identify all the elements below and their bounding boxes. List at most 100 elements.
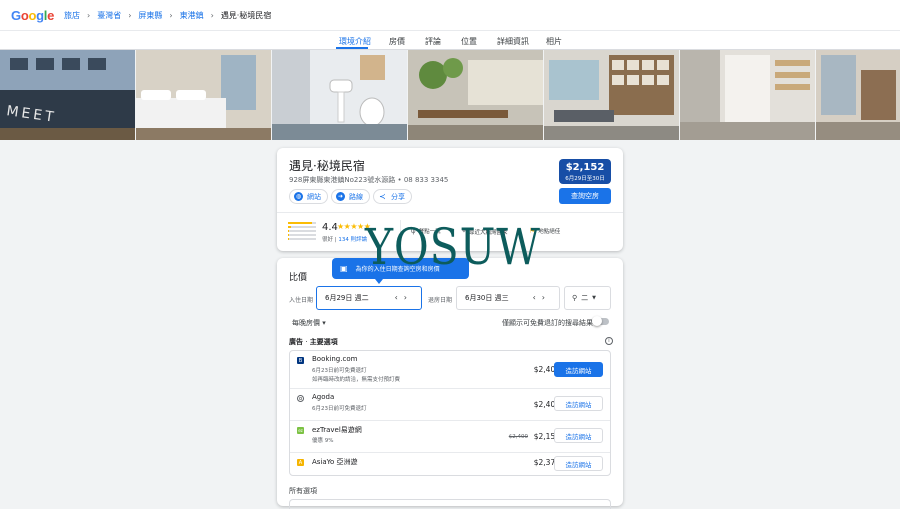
offer-name: Booking.com — [312, 355, 357, 363]
offer-note: 6月23日前可免費退訂 — [312, 366, 367, 374]
guests-selector[interactable]: ⚲ 二 ▼ — [564, 286, 611, 310]
section-tabs: 環境介紹 房價 評論 位置 詳細資訊 相片 — [0, 31, 900, 50]
eztravel-logo-icon: ez — [297, 427, 304, 434]
tab-reviews[interactable]: 評論 — [425, 36, 441, 47]
offer-name: ezTravel易遊網 — [312, 425, 362, 435]
chevron-right-icon: › — [128, 11, 131, 20]
directions-button[interactable]: ➜路線 — [331, 189, 370, 204]
offer-note: 如再臨時改約請洽，無需支付預訂費 — [312, 375, 400, 383]
tab-details[interactable]: 詳細資訊 — [497, 36, 529, 47]
ads-title: 主要選項 — [310, 338, 338, 346]
rating-bar — [288, 238, 316, 240]
chevron-right-icon: › — [211, 11, 214, 20]
check-availability-button[interactable]: 查詢空房 — [559, 188, 611, 204]
rating-score: 4.4 — [322, 222, 338, 233]
hotel-photo-bathroom[interactable] — [272, 50, 407, 140]
price-comparison-title: 比價 — [289, 270, 307, 283]
offer-note: 優惠 9% — [312, 436, 333, 444]
info-icon[interactable]: i — [605, 337, 613, 345]
breadcrumb-county[interactable]: 屏東縣 — [138, 10, 162, 21]
checkout-label: 退房日期 — [428, 295, 452, 304]
rating-bar — [288, 222, 316, 224]
offer-note: 6月23日前可免費退訂 — [312, 404, 367, 412]
rating-bar-fill — [288, 230, 289, 232]
offer-row-agoda[interactable]: o Agoda 6月23日前可免費退訂 $2,400 造訪網站 — [290, 389, 610, 421]
chevron-down-icon: ▼ — [592, 295, 596, 301]
rating-bar — [288, 234, 316, 236]
tab-prices[interactable]: 房價 — [389, 36, 405, 47]
offer-old-price: $2,400 — [509, 434, 528, 440]
hotel-photo-lounge[interactable] — [408, 50, 543, 140]
top-bar: Google 旅店 › 臺灣省 › 屏東縣 › 東港鎮 › 遇見·秘境民宿 — [0, 0, 900, 31]
visit-site-button[interactable]: 造訪網站 — [554, 428, 603, 443]
share-icon: ≺ — [378, 192, 387, 201]
rating-bar-fill — [288, 238, 289, 240]
free-cancel-filter-label: 僅顯示可免費退訂的搜尋結果 — [502, 318, 593, 328]
breadcrumb-hotels[interactable]: 旅店 — [64, 10, 80, 21]
globe-icon: ◍ — [294, 192, 303, 201]
price-comparison-card: 比價 ▣為你的入住日期查詢空房和房價 入住日期 6月29日 週二 ‹› 退房日期… — [277, 258, 623, 506]
rating-distribution — [288, 222, 316, 242]
hotel-photo-exterior[interactable]: MEET — [0, 50, 135, 140]
directions-icon: ➜ — [336, 192, 345, 201]
breadcrumb-town[interactable]: 東港鎮 — [180, 10, 204, 21]
tooltip-arrow — [375, 279, 383, 284]
checkout-date-field[interactable]: 6月30日 週三 ‹› — [456, 286, 560, 310]
all-options-heading: 所有選項 — [289, 486, 317, 496]
rating-bar — [288, 230, 316, 232]
lowest-price: $2,152 — [559, 162, 611, 173]
hotel-photo-entrance[interactable] — [816, 50, 900, 140]
offer-row-eztravel[interactable]: ez ezTravel易遊網 優惠 9% $2,400 $2,152 造訪網站 — [290, 421, 610, 453]
checkin-date-value: 6月29日 週二 — [325, 293, 369, 303]
breadcrumb-province[interactable]: 臺灣省 — [97, 10, 121, 21]
website-button[interactable]: ◍ 網站 — [289, 189, 328, 204]
tab-location[interactable]: 位置 — [461, 36, 477, 47]
amenity-label: 地點絕佳 — [538, 227, 560, 235]
hotel-photo-library[interactable] — [544, 50, 679, 140]
active-tab-indicator — [336, 47, 368, 49]
offer-list: B Booking.com 6月23日前可免費退訂 如再臨時改約請洽，無需支付預… — [289, 350, 611, 476]
google-logo[interactable]: Google — [11, 8, 54, 23]
tab-overview[interactable]: 環境介紹 — [339, 36, 371, 47]
hotel-name: 遇見·秘境民宿 — [289, 157, 365, 174]
share-label: 分享 — [391, 192, 405, 202]
breadcrumb-current: 遇見·秘境民宿 — [221, 10, 272, 21]
visit-site-button[interactable]: 造訪網站 — [554, 362, 603, 377]
guests-value: 二 — [581, 293, 588, 303]
date-stepper-arrows-icon[interactable]: ‹› — [533, 293, 551, 302]
hotel-photo-bedroom[interactable] — [136, 50, 271, 140]
hotel-photo-lobby[interactable] — [680, 50, 815, 140]
photo-strip: MEET — [0, 50, 900, 140]
price-summary[interactable]: $2,152 6月29日至30日 — [559, 159, 611, 184]
all-options-list — [289, 499, 611, 509]
share-button[interactable]: ≺ 分享 — [373, 189, 412, 204]
visit-site-button[interactable]: 造訪網站 — [554, 396, 603, 411]
tab-photos[interactable]: 相片 — [546, 36, 562, 47]
free-cancel-toggle[interactable] — [593, 318, 609, 325]
offer-row-booking[interactable]: B Booking.com 6月23日前可免費退訂 如再臨時改約請洽，無需支付預… — [290, 351, 610, 389]
chevron-right-icon: › — [87, 11, 90, 20]
calendar-icon: ▣ — [340, 264, 348, 273]
ads-label: 廣告 — [289, 338, 303, 346]
checkout-date-value: 6月30日 週三 — [465, 293, 509, 303]
checkin-date-field[interactable]: 6月29日 週二 ‹› — [316, 286, 422, 310]
date-stepper-arrows-icon[interactable]: ‹› — [395, 293, 413, 302]
person-icon: ⚲ — [572, 294, 577, 302]
website-label: 網站 — [307, 192, 321, 202]
rating-summary: 很好 | 134 則評論 — [322, 235, 367, 243]
breadcrumb: 旅店 › 臺灣省 › 屏東縣 › 東港鎮 › 遇見·秘境民宿 — [64, 10, 271, 21]
chevron-right-icon: › — [169, 11, 172, 20]
asiayo-logo-icon: A — [297, 459, 304, 466]
per-night-dropdown[interactable]: 每晚房價 ▾ — [292, 318, 326, 328]
booking-logo-icon: B — [297, 357, 304, 364]
logo-letter: G — [11, 8, 21, 23]
offer-row-asiayo[interactable]: A AsiaYo 亞洲遊 $2,376 造訪網站 — [290, 453, 610, 475]
logo-letter: g — [36, 8, 44, 23]
reviews-link[interactable]: 134 則評論 — [338, 237, 367, 243]
divider — [277, 212, 623, 213]
visit-site-button[interactable]: 造訪網站 — [554, 456, 603, 471]
logo-letter: e — [47, 8, 54, 23]
price-dates: 6月29日至30日 — [559, 174, 611, 182]
logo-letter: o — [28, 8, 36, 23]
agoda-logo-icon: o — [297, 395, 304, 402]
